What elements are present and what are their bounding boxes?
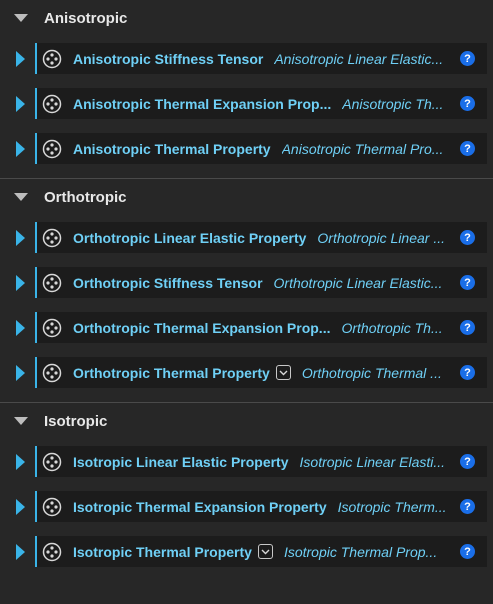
node-icon [42, 49, 62, 69]
node-type: Orthotropic Linear Elastic... [273, 274, 443, 291]
node-type: Isotropic Thermal Prop... [283, 543, 438, 560]
node-row[interactable]: Isotropic Thermal Property Isotropic The… [35, 536, 487, 567]
node-icon [42, 273, 62, 293]
section-isotropic: Isotropic Isotropic Linear Elastic Prope… [0, 403, 493, 574]
node-name: Orthotropic Thermal Expansion Prop... [73, 319, 331, 336]
node-icon [42, 139, 62, 159]
help-icon[interactable]: ? [460, 454, 475, 469]
node-icon [42, 452, 62, 472]
node-type: Orthotropic Thermal ... [301, 364, 442, 381]
node-icon [42, 94, 62, 114]
list-item[interactable]: Anisotropic Stiffness Tensor Anisotropic… [0, 36, 493, 81]
node-name: Orthotropic Stiffness Tensor [73, 274, 263, 291]
node-type: Isotropic Therm... [337, 498, 447, 515]
list-item[interactable]: Isotropic Thermal Property Isotropic The… [0, 529, 493, 574]
node-row[interactable]: Anisotropic Stiffness Tensor Anisotropic… [35, 43, 487, 74]
node-name: Orthotropic Thermal Property [73, 364, 270, 381]
help-icon[interactable]: ? [460, 141, 475, 156]
node-name: Isotropic Thermal Property [73, 543, 252, 560]
node-row[interactable]: Orthotropic Linear Elastic Property Orth… [35, 222, 487, 253]
help-icon[interactable]: ? [460, 96, 475, 111]
node-row[interactable]: Isotropic Linear Elastic Property Isotro… [35, 446, 487, 477]
section-title: Anisotropic [44, 9, 128, 27]
section-header[interactable]: Anisotropic [0, 0, 493, 36]
node-type: Anisotropic Th... [342, 95, 444, 112]
collapse-triangle-icon[interactable] [12, 414, 30, 428]
help-icon[interactable]: ? [460, 320, 475, 335]
section-header[interactable]: Isotropic [0, 403, 493, 439]
node-row[interactable]: Orthotropic Thermal Property Orthotropic… [35, 357, 487, 388]
node-type: Orthotropic Th... [341, 319, 443, 336]
node-name: Anisotropic Stiffness Tensor [73, 50, 264, 67]
expand-triangle-icon[interactable] [15, 94, 27, 114]
help-icon[interactable]: ? [460, 51, 475, 66]
node-type: Isotropic Linear Elasti... [299, 453, 446, 470]
node-name: Anisotropic Thermal Expansion Prop... [73, 95, 332, 112]
list-item[interactable]: Anisotropic Thermal Property Anisotropic… [0, 126, 493, 171]
expand-triangle-icon[interactable] [15, 363, 27, 383]
node-name: Anisotropic Thermal Property [73, 140, 271, 157]
expand-triangle-icon[interactable] [15, 273, 27, 293]
section-header[interactable]: Orthotropic [0, 179, 493, 215]
expand-triangle-icon[interactable] [15, 228, 27, 248]
list-item[interactable]: Isotropic Linear Elastic Property Isotro… [0, 439, 493, 484]
node-row[interactable]: Anisotropic Thermal Property Anisotropic… [35, 133, 487, 164]
collapse-triangle-icon[interactable] [12, 11, 30, 25]
dropdown-chevron-icon[interactable] [275, 365, 291, 380]
node-icon [42, 228, 62, 248]
dropdown-chevron-icon[interactable] [257, 544, 273, 559]
expand-triangle-icon[interactable] [15, 139, 27, 159]
list-item[interactable]: Orthotropic Thermal Expansion Prop... Or… [0, 305, 493, 350]
section-title: Isotropic [44, 412, 108, 430]
node-row[interactable]: Orthotropic Stiffness Tensor Orthotropic… [35, 267, 487, 298]
help-icon[interactable]: ? [460, 544, 475, 559]
list-item[interactable]: Isotropic Thermal Expansion Property Iso… [0, 484, 493, 529]
node-icon [42, 318, 62, 338]
node-row[interactable]: Isotropic Thermal Expansion Property Iso… [35, 491, 487, 522]
node-name: Orthotropic Linear Elastic Property [73, 229, 307, 246]
section-orthotropic: Orthotropic Orthotropic Linear Elastic P… [0, 179, 493, 403]
list-item[interactable]: Orthotropic Thermal Property Orthotropic… [0, 350, 493, 395]
node-type: Anisotropic Thermal Pro... [281, 140, 444, 157]
node-icon [42, 542, 62, 562]
expand-triangle-icon[interactable] [15, 542, 27, 562]
section-anisotropic: Anisotropic Anisotropic Stiffness Tensor… [0, 0, 493, 179]
node-name: Isotropic Thermal Expansion Property [73, 498, 327, 515]
list-item[interactable]: Orthotropic Stiffness Tensor Orthotropic… [0, 260, 493, 305]
list-item[interactable]: Anisotropic Thermal Expansion Prop... An… [0, 81, 493, 126]
help-icon[interactable]: ? [460, 365, 475, 380]
expand-triangle-icon[interactable] [15, 497, 27, 517]
node-type: Orthotropic Linear ... [317, 229, 446, 246]
node-icon [42, 363, 62, 383]
node-type: Anisotropic Linear Elastic... [274, 50, 444, 67]
node-name: Isotropic Linear Elastic Property [73, 453, 289, 470]
help-icon[interactable]: ? [460, 275, 475, 290]
help-icon[interactable]: ? [460, 230, 475, 245]
expand-triangle-icon[interactable] [15, 452, 27, 472]
help-icon[interactable]: ? [460, 499, 475, 514]
expand-triangle-icon[interactable] [15, 318, 27, 338]
collapse-triangle-icon[interactable] [12, 190, 30, 204]
node-row[interactable]: Orthotropic Thermal Expansion Prop... Or… [35, 312, 487, 343]
section-title: Orthotropic [44, 188, 127, 206]
list-item[interactable]: Orthotropic Linear Elastic Property Orth… [0, 215, 493, 260]
expand-triangle-icon[interactable] [15, 49, 27, 69]
node-icon [42, 497, 62, 517]
node-row[interactable]: Anisotropic Thermal Expansion Prop... An… [35, 88, 487, 119]
